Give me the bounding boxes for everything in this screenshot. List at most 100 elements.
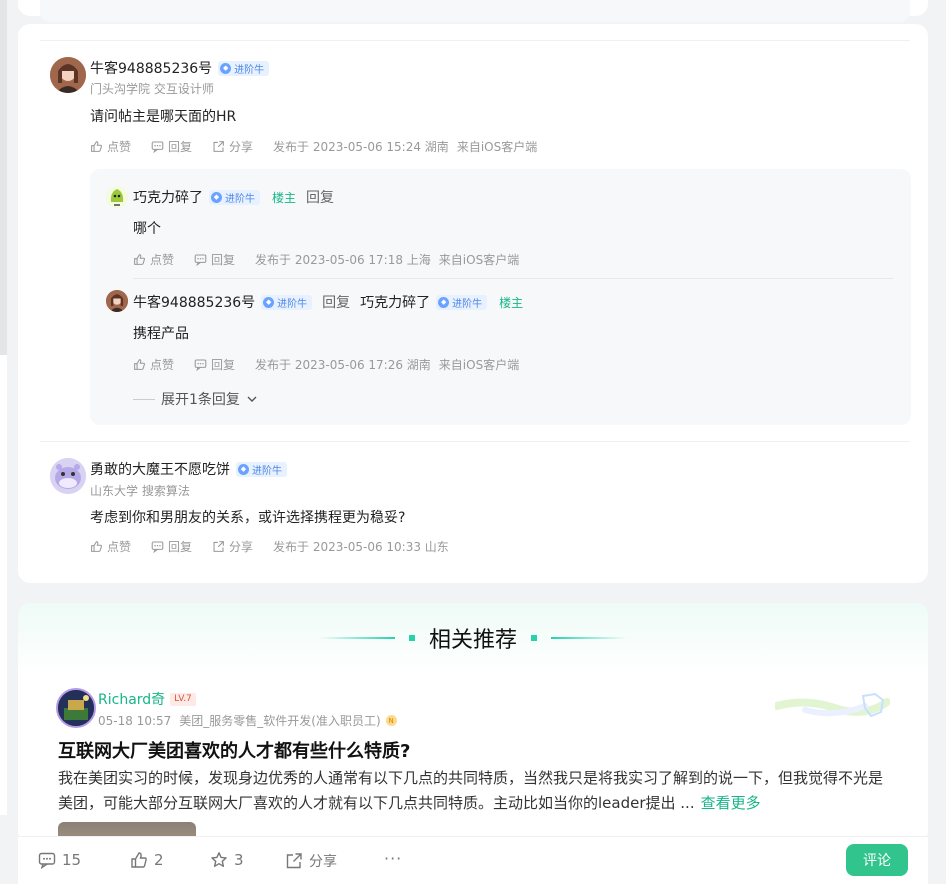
level-badge: ◆ 进阶牛 [209,189,260,205]
share-button[interactable]: 分享 [212,138,253,155]
like-button[interactable]: 点赞 [90,138,131,155]
share-label: 分享 [309,854,337,870]
reply-link[interactable]: 回复 [306,187,334,207]
author-name[interactable]: Richard奇 [98,689,165,709]
post-time: 发布于 2023-05-06 10:33 山东 [273,540,449,554]
reply-author: 巧克力碎了 ◆ 进阶牛 楼主 回复 [133,187,334,207]
reply-content: 携程产品 [133,326,189,342]
level-tag: LV.7 [170,692,196,706]
comments-count: 15 [62,851,82,869]
badge-icon: ◆ [220,62,232,74]
reply-button[interactable]: 回复 [151,538,192,555]
more-options-button[interactable]: ··· [384,849,402,868]
reply-button[interactable]: 回复 [194,251,235,268]
read-more-link[interactable]: 查看更多 [701,794,761,812]
comment-icon [151,141,164,153]
reply-label: 回复 [211,253,236,267]
comments-count-button[interactable]: 15 [38,851,81,869]
reply-target-name[interactable]: 巧克力碎了 [360,292,430,312]
like-button[interactable]: 点赞 [90,538,131,555]
like-label: 点赞 [107,140,132,154]
badge-icon: ◆ [211,191,222,203]
expand-replies-button[interactable]: 展开1条回复 [133,389,258,409]
post-time: 发布于 2023-05-06 15:24 湖南 [273,140,449,154]
left-gutter [0,0,7,355]
badge-icon: ◆ [263,296,275,308]
thumbs-up-icon [91,141,103,152]
comment-content: 请问帖主是哪天面的HR [90,109,237,125]
reply-label: 回复 [168,140,193,154]
author-name[interactable]: 牛客948885236号 [133,292,255,312]
thumbs-up-icon [91,541,103,552]
like-count-button[interactable]: 2 [130,851,164,869]
client-label: 来自iOS客户端 [456,140,538,154]
expand-label: 展开1条回复 [161,392,240,408]
user-avatar[interactable] [50,458,86,494]
share-icon [213,541,224,552]
share-icon [213,141,224,152]
post-excerpt: 我在美团实习的时候，发现身边优秀的人通常有以下几点的共同特质，当然我只是将我实习… [58,766,888,816]
comment-icon [194,359,207,371]
user-avatar[interactable] [106,290,128,312]
share-label: 分享 [229,140,254,154]
user-avatar[interactable] [106,186,128,208]
author-name[interactable]: 勇敢的大魔王不愿吃饼 [90,459,230,479]
comment-actions: 点赞 回复 分享 发布于 2023-05-06 15:24 湖南 来自iOS客户… [90,138,537,155]
share-icon [286,853,302,869]
post-date: 05-18 10:57 [98,713,172,728]
like-label: 点赞 [150,253,175,267]
favorite-count-button[interactable]: 3 [210,851,244,869]
comment-author: 牛客948885236号 ◆ 进阶牛 [90,58,270,78]
post-title[interactable]: 互联网大厂美团喜欢的人才都有些什么特质? [58,737,410,763]
like-button[interactable]: 点赞 [133,356,174,373]
badge-label: 进阶牛 [234,64,265,76]
heading-line-right [551,637,627,639]
comment-button[interactable]: 评论 [846,844,908,876]
more-icon: ··· [384,849,403,868]
comment-actions: 点赞 回复 分享 发布于 2023-05-06 10:33 山东 [90,538,449,555]
star-icon [211,852,227,867]
author-name[interactable]: 牛客948885236号 [90,58,212,78]
author-avatar[interactable] [56,688,96,728]
reply-word: 回复 [322,295,351,311]
author-name[interactable]: 巧克力碎了 [133,187,203,207]
level-badge: ◆ 进阶牛 [436,294,488,310]
dash-line [133,398,155,400]
recommend-title: 相关推荐 [428,628,517,653]
decoration-illustration [775,692,890,718]
level-badge: ◆ 进阶牛 [261,294,313,310]
level-badge: ◆ 进阶牛 [236,461,287,477]
user-avatar[interactable] [50,57,86,93]
recommend-heading: 相关推荐 [0,622,946,654]
author-subtitle: 山东大学 搜索算法 [90,484,190,498]
like-label: 点赞 [107,540,132,554]
badge-label: 进阶牛 [225,193,255,205]
like-button[interactable]: 点赞 [133,251,174,268]
post-time: 发布于 2023-05-06 17:18 上海 [255,253,431,267]
left-gutter-lower [0,355,7,815]
share-button[interactable]: 分享 [285,851,337,871]
badge-icon: ◆ [238,463,249,475]
reply-label: 回复 [168,540,193,554]
reply-button[interactable]: 回复 [194,356,235,373]
client-label: 来自iOS客户端 [438,253,520,267]
thumbs-up-icon [134,254,146,265]
chevron-down-icon [247,396,257,402]
author-subtitle: 门头沟学院 交互设计师 [90,82,214,96]
reply-button[interactable]: 回复 [151,138,192,155]
comment-icon [151,541,164,553]
comment-icon [194,254,207,266]
badge-label: 进阶牛 [452,298,483,310]
likes-count: 2 [154,851,164,869]
badge-label: 进阶牛 [252,465,282,477]
reply-label: 回复 [211,358,236,372]
badge-label: 进阶牛 [277,298,308,310]
heading-square-right [531,635,537,641]
share-label: 分享 [229,540,254,554]
comment-content: 考虑到你和男朋友的关系，或许选择携程更为稳妥? [90,510,406,526]
divider [40,441,910,442]
op-tag: 楼主 [499,295,524,310]
thumbs-up-icon [134,359,146,370]
share-button[interactable]: 分享 [212,538,253,555]
op-tag: 楼主 [272,190,297,205]
